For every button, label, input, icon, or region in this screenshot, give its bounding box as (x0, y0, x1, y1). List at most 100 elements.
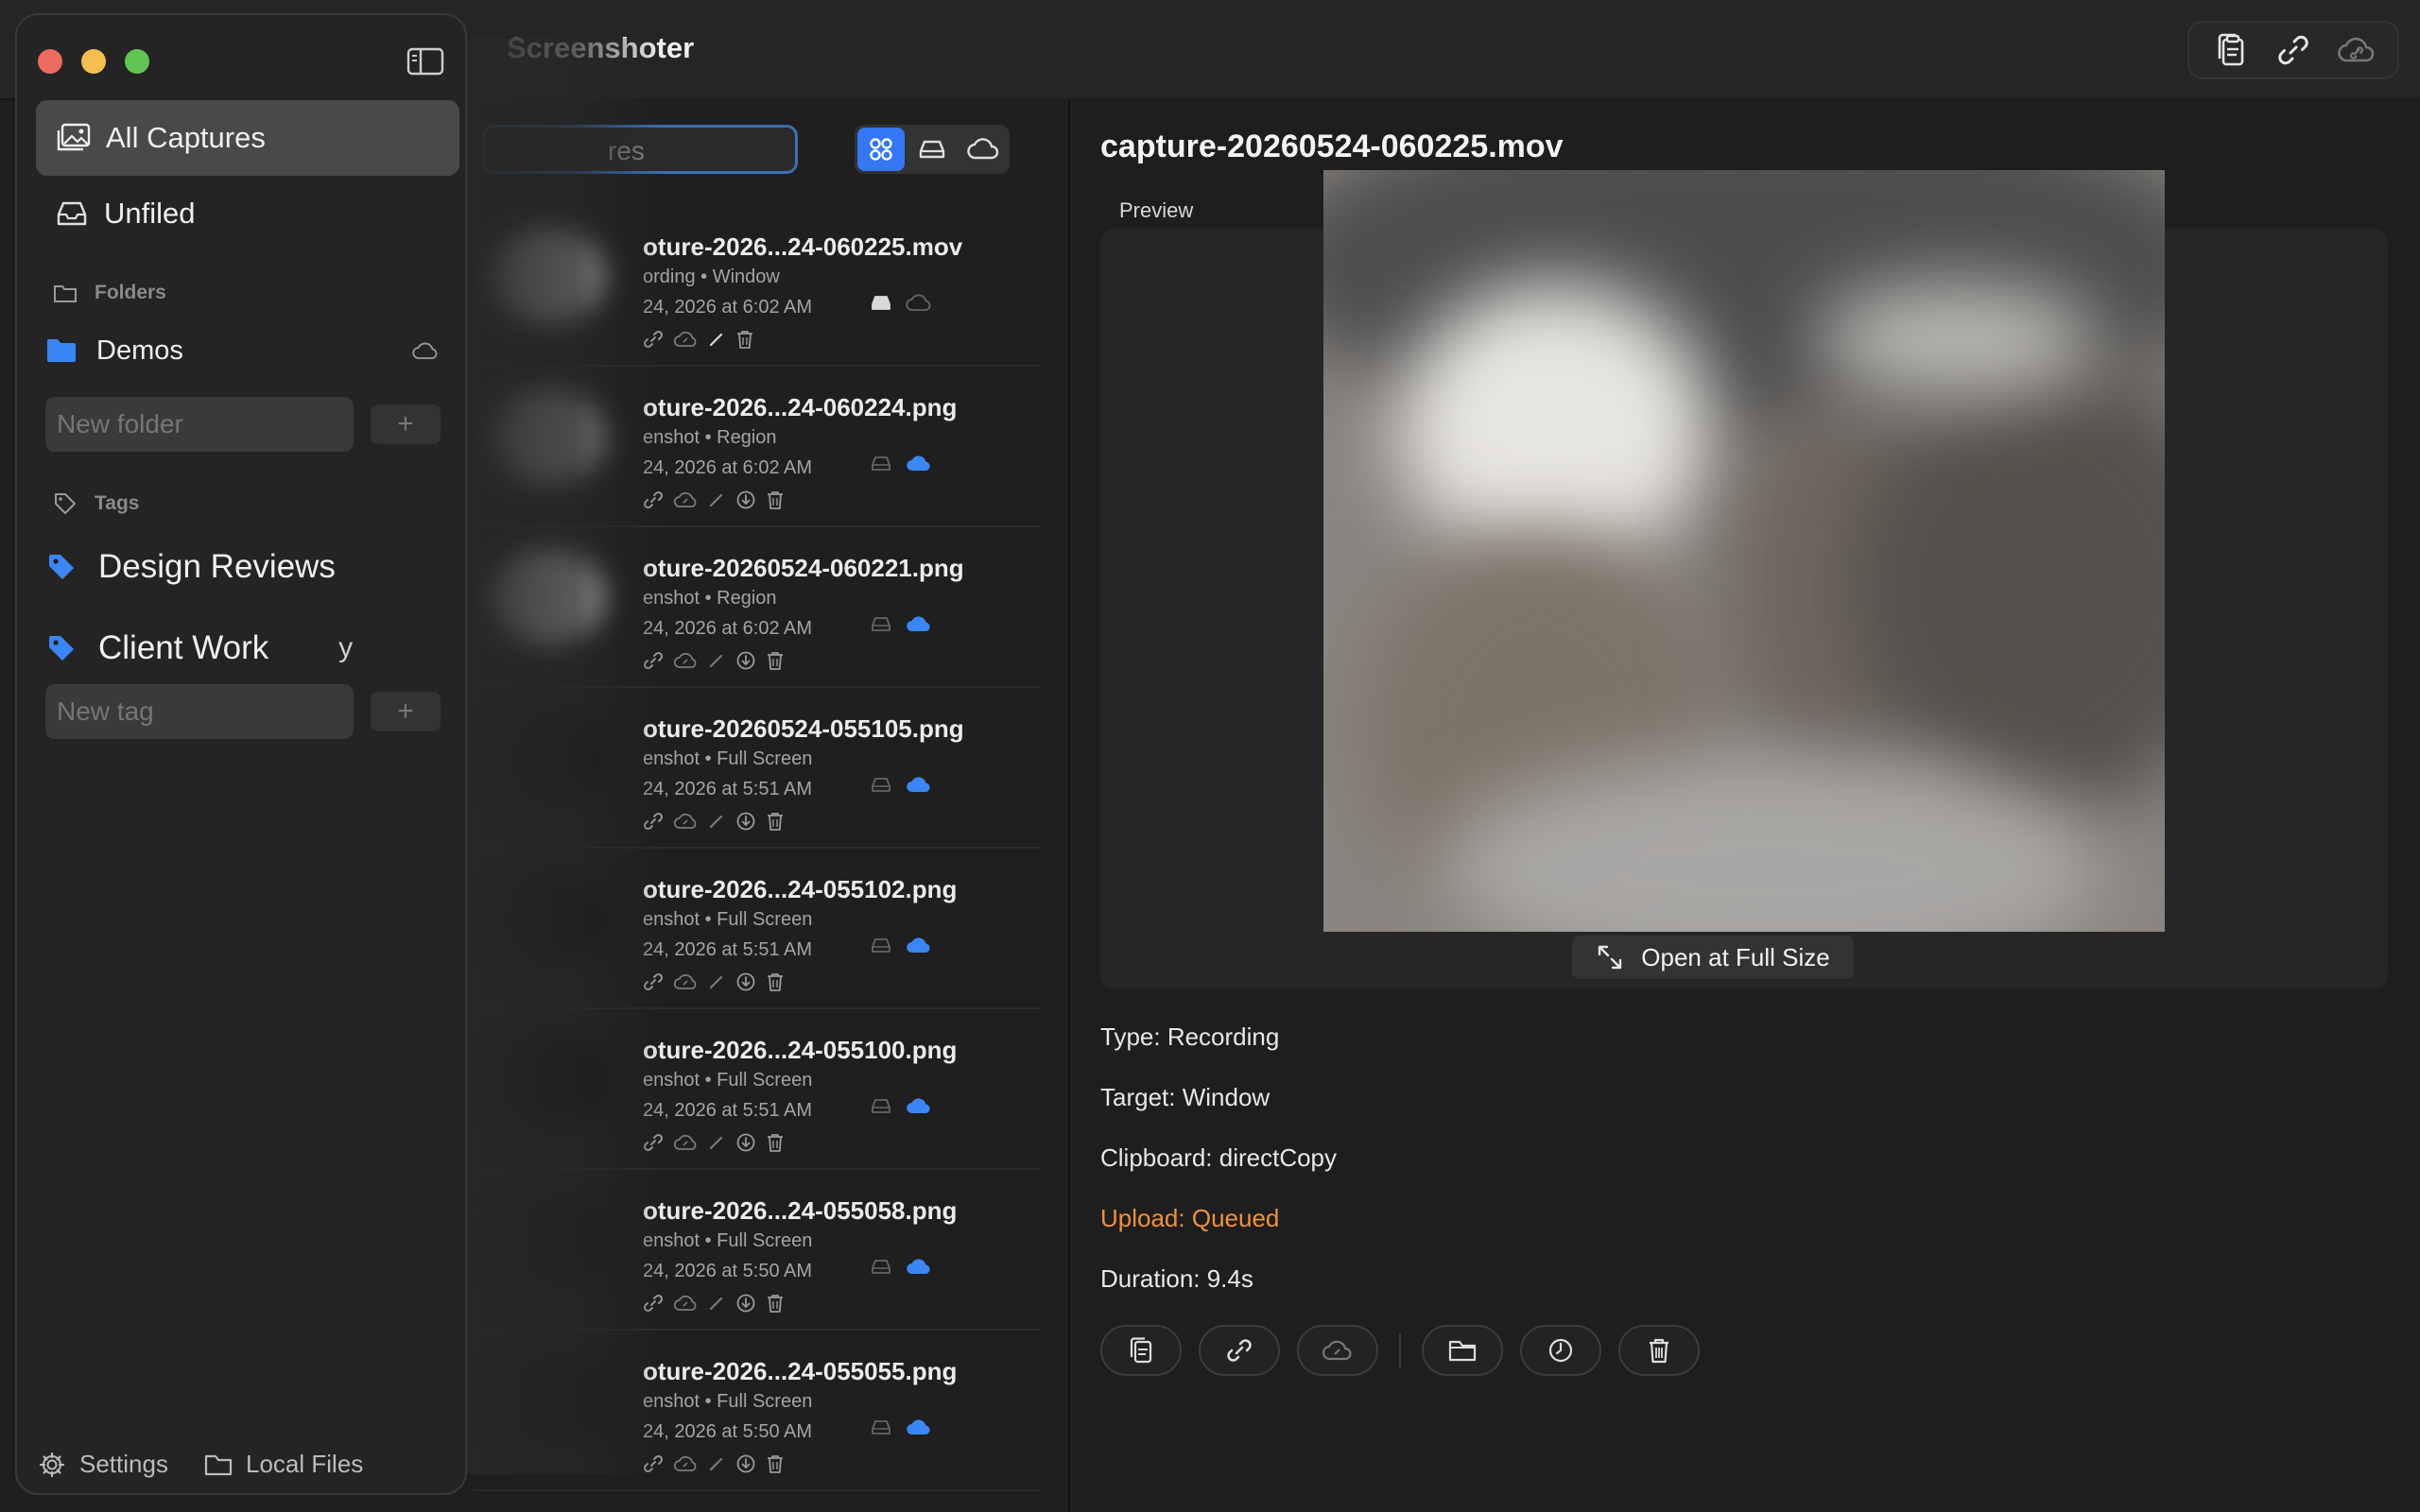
capture-action-button[interactable] (766, 811, 785, 832)
capture-action-button[interactable] (766, 1293, 785, 1314)
capture-action-button[interactable] (673, 972, 698, 991)
capture-action-button[interactable] (735, 650, 756, 671)
new-folder-input[interactable] (45, 397, 354, 452)
sidebar-item-tag-design-reviews[interactable]: Design Reviews (45, 539, 461, 595)
filter-local-segment[interactable] (908, 128, 956, 171)
sidebar-toggle-icon (406, 47, 444, 76)
capture-meta: ording • Window (643, 266, 780, 287)
capture-action-button[interactable] (673, 330, 698, 349)
copy-button[interactable] (1100, 1325, 1182, 1376)
cloud-filled-icon (907, 616, 930, 632)
gear-icon (39, 1452, 65, 1477)
capture-action-button[interactable] (735, 971, 756, 992)
tray-icon (57, 201, 87, 226)
reveal-in-folder-button[interactable] (1422, 1325, 1503, 1376)
copy-link-button[interactable] (1199, 1325, 1280, 1376)
sidebar-item-folder-demos[interactable]: Demos (45, 327, 461, 374)
capture-action-button[interactable] (735, 1293, 756, 1314)
capture-action-button[interactable] (735, 811, 756, 832)
capture-action-button[interactable] (673, 1133, 698, 1152)
filter-all-segment[interactable] (857, 128, 905, 171)
copy-link-button[interactable] (2268, 25, 2319, 76)
trash-icon (737, 331, 752, 349)
capture-action-button[interactable] (735, 1453, 756, 1474)
minimize-window-button[interactable] (81, 49, 106, 74)
sidebar: All Captures Unfiled Folders Demos + Tag… (15, 13, 467, 1495)
sidebar-item-tag-client-work[interactable]: Client Work y (45, 620, 461, 677)
capture-action-button[interactable] (707, 651, 726, 670)
copy-icon (1130, 1337, 1152, 1364)
capture-action-button[interactable] (766, 490, 785, 510)
history-button[interactable] (1520, 1325, 1601, 1376)
capture-actions (643, 1453, 785, 1474)
capture-status-icons (870, 1418, 932, 1436)
trash-icon (768, 1455, 783, 1473)
capture-action-button[interactable] (673, 490, 698, 509)
filter-cloud-segment[interactable] (959, 128, 1007, 171)
add-tag-button[interactable]: + (371, 692, 441, 731)
capture-action-button[interactable] (707, 1133, 726, 1152)
expand-icon (1599, 945, 1622, 970)
capture-action-button[interactable] (707, 1454, 726, 1473)
local-status-icon (870, 294, 892, 311)
cloud-status-icon (906, 775, 932, 794)
link-icon (1227, 1339, 1252, 1362)
close-window-button[interactable] (38, 49, 62, 74)
capture-action-button[interactable] (735, 1132, 756, 1153)
capture-action-button[interactable] (707, 812, 726, 831)
capture-actions (643, 811, 785, 832)
cloud-link-icon (2337, 37, 2374, 62)
capture-status-icons (870, 614, 932, 633)
capture-action-button[interactable] (707, 972, 726, 991)
cloud-link-icon (673, 491, 697, 507)
delete-button[interactable] (1618, 1325, 1700, 1376)
copy-button[interactable] (2204, 25, 2256, 76)
capture-action-button[interactable] (766, 1132, 785, 1153)
capture-action-button[interactable] (735, 329, 754, 350)
local-status-icon (870, 615, 892, 632)
sidebar-item-all-captures[interactable]: All Captures (36, 100, 459, 176)
tag-outline-icon (55, 493, 76, 514)
photos-icon (57, 123, 91, 151)
capture-status-icons (870, 1257, 932, 1276)
drive-icon (872, 456, 890, 471)
upload-button[interactable] (1297, 1325, 1378, 1376)
capture-action-button[interactable] (673, 1294, 698, 1313)
capture-status-icons (870, 1096, 932, 1115)
cloud-link-icon (1322, 1340, 1352, 1361)
cloud-link-icon (673, 331, 697, 347)
copy-icon (2219, 33, 2244, 66)
toggle-sidebar-button[interactable] (406, 47, 444, 76)
capture-action-button[interactable] (673, 1454, 698, 1473)
capture-action-button[interactable] (673, 651, 698, 670)
cloud-status-icon (906, 1257, 932, 1276)
capture-title: oture-2026...24-055100.png (643, 1036, 958, 1064)
add-folder-button[interactable]: + (371, 404, 441, 444)
capture-action-button[interactable] (707, 1294, 726, 1313)
open-full-size-button[interactable]: Open at Full Size (1572, 936, 1854, 979)
tag-label: Client Work (98, 629, 269, 666)
capture-action-button[interactable] (766, 650, 785, 671)
sidebar-item-label: Unfiled (104, 197, 196, 230)
sidebar-item-unfiled[interactable]: Unfiled (36, 176, 459, 251)
capture-action-button[interactable] (707, 490, 726, 509)
type-info: Type: Recording (1100, 1022, 1280, 1051)
new-tag-input[interactable] (45, 684, 354, 739)
capture-action-button[interactable] (766, 971, 785, 992)
download-icon (736, 651, 755, 670)
capture-date: 24, 2026 at 5:51 AM (643, 939, 813, 960)
local-files-button[interactable]: Local Files (204, 1450, 363, 1479)
upload-button[interactable] (2331, 25, 2382, 76)
settings-button[interactable]: Settings (38, 1450, 168, 1479)
pencil-icon (709, 1297, 723, 1311)
preview-image[interactable] (1323, 170, 2165, 932)
trash-icon (768, 1295, 783, 1313)
local-status-icon (870, 936, 892, 954)
capture-action-button[interactable] (766, 1453, 785, 1474)
zoom-window-button[interactable] (125, 49, 149, 74)
cloud-link-icon (673, 1134, 697, 1150)
capture-action-button[interactable] (707, 330, 726, 349)
capture-action-button[interactable] (673, 812, 698, 831)
capture-action-button[interactable] (735, 490, 756, 510)
cloud-link-icon (673, 813, 697, 829)
